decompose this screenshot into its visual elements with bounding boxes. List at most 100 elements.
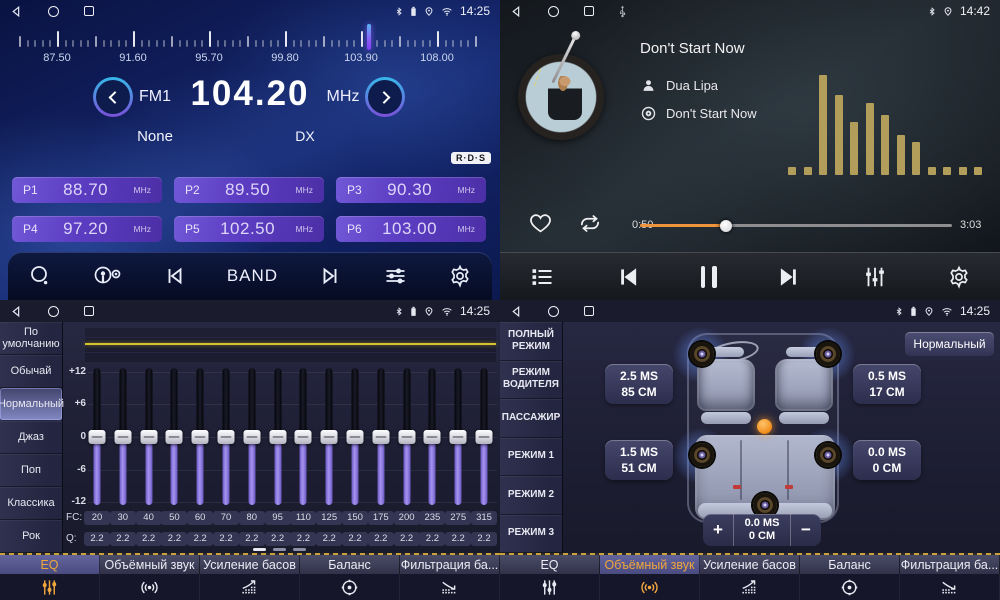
next-track-icon[interactable] bbox=[775, 264, 803, 290]
repeat-icon[interactable] bbox=[576, 212, 604, 240]
preset-p4[interactable]: P497.20MHz bbox=[12, 216, 162, 242]
playlist-icon[interactable] bbox=[529, 265, 555, 289]
eq-band-slider[interactable] bbox=[187, 368, 213, 505]
back-icon[interactable] bbox=[10, 5, 23, 18]
preset-p2[interactable]: P289.50MHz bbox=[174, 177, 324, 203]
front-right-delay-button[interactable]: 0.5 MS17 CM bbox=[853, 364, 921, 404]
equalizer-icon[interactable] bbox=[862, 264, 888, 290]
bands-scrollbar[interactable] bbox=[253, 548, 306, 551]
dial-ticks[interactable] bbox=[0, 28, 500, 50]
band-button[interactable]: BAND bbox=[227, 266, 278, 286]
previous-station-icon[interactable] bbox=[161, 264, 187, 288]
tuner-settings-icon[interactable] bbox=[383, 264, 408, 288]
eq-band-slider[interactable] bbox=[471, 368, 497, 505]
eq-band-slider[interactable] bbox=[342, 368, 368, 505]
eq-band-slider[interactable] bbox=[265, 368, 291, 505]
eq-band-slider[interactable] bbox=[445, 368, 471, 505]
bass-filter-icon[interactable] bbox=[900, 574, 1000, 600]
settings-gear-icon[interactable] bbox=[947, 265, 971, 289]
eq-band-slider[interactable] bbox=[290, 368, 316, 505]
back-icon[interactable] bbox=[10, 305, 23, 318]
tab-surround-sound[interactable]: Объёмный звук bbox=[100, 555, 200, 574]
preset-p5[interactable]: P5102.50MHz bbox=[174, 216, 324, 242]
back-icon[interactable] bbox=[510, 305, 523, 318]
tab-eq-sliders[interactable]: EQ bbox=[0, 555, 100, 574]
eq-band-slider[interactable] bbox=[239, 368, 265, 505]
front-left-delay-button[interactable]: 2.5 MS85 CM bbox=[605, 364, 673, 404]
sound-preset-button[interactable]: Нормальный bbox=[905, 332, 994, 356]
listening-mode-item[interactable]: ПАССАЖИР bbox=[500, 399, 562, 438]
listening-mode-item[interactable]: РЕЖИМ 3 bbox=[500, 515, 562, 554]
tab-bass-boost[interactable]: Усиление басов bbox=[700, 555, 800, 574]
listening-position-dot[interactable] bbox=[757, 419, 772, 434]
home-icon[interactable] bbox=[548, 306, 559, 317]
recents-icon[interactable] bbox=[84, 6, 94, 16]
tab-eq-sliders[interactable]: EQ bbox=[500, 555, 600, 574]
scan-search-icon[interactable] bbox=[28, 264, 52, 288]
previous-track-icon[interactable] bbox=[614, 264, 642, 290]
progress-handle[interactable] bbox=[720, 220, 732, 232]
surround-sound-icon[interactable] bbox=[100, 574, 200, 600]
tab-surround-sound[interactable]: Объёмный звук bbox=[600, 555, 700, 574]
eq-band-slider[interactable] bbox=[394, 368, 420, 505]
recents-icon[interactable] bbox=[584, 306, 594, 316]
listening-mode-item[interactable]: РЕЖИМ ВОДИТЕЛЯ bbox=[500, 361, 562, 400]
back-icon[interactable] bbox=[510, 5, 523, 18]
front-right-speaker-icon[interactable] bbox=[816, 342, 840, 366]
surround-sound-icon[interactable] bbox=[600, 574, 700, 600]
eq-band-slider[interactable] bbox=[84, 368, 110, 505]
bass-filter-icon[interactable] bbox=[400, 574, 500, 600]
seek-up-button[interactable] bbox=[365, 77, 405, 117]
preset-p3[interactable]: P390.30MHz bbox=[336, 177, 486, 203]
rear-left-delay-button[interactable]: 1.5 MS51 CM bbox=[605, 440, 673, 480]
listening-mode-item[interactable]: РЕЖИМ 2 bbox=[500, 476, 562, 515]
eq-preset-item[interactable]: Нормальный bbox=[0, 388, 62, 421]
next-station-icon[interactable] bbox=[318, 264, 344, 288]
balance-icon[interactable] bbox=[300, 574, 400, 600]
front-left-speaker-icon[interactable] bbox=[690, 342, 714, 366]
db-scale-label: -12 bbox=[64, 496, 86, 507]
eq-band-slider[interactable] bbox=[161, 368, 187, 505]
pause-icon[interactable] bbox=[701, 266, 717, 288]
listening-mode-item[interactable]: РЕЖИМ 1 bbox=[500, 438, 562, 477]
eq-preset-item[interactable]: Обычай bbox=[0, 355, 62, 388]
rear-right-speaker-icon[interactable] bbox=[816, 443, 840, 467]
progress-bar[interactable] bbox=[640, 224, 952, 227]
clock: 14:25 bbox=[460, 304, 490, 318]
eq-preset-item[interactable]: Джаз bbox=[0, 421, 62, 454]
preset-p6[interactable]: P6103.00MHz bbox=[336, 216, 486, 242]
eq-sliders-icon[interactable] bbox=[500, 574, 600, 600]
rear-left-speaker-icon[interactable] bbox=[690, 443, 714, 467]
delay-plus-button[interactable]: + bbox=[703, 514, 733, 546]
favorite-heart-icon[interactable] bbox=[528, 212, 553, 240]
eq-preset-item[interactable]: Поп bbox=[0, 454, 62, 487]
eq-band-slider[interactable] bbox=[419, 368, 445, 505]
balance-icon[interactable] bbox=[800, 574, 900, 600]
tab-bass-filter[interactable]: Фильтрация ба... bbox=[900, 555, 1000, 574]
eq-band-slider[interactable] bbox=[110, 368, 136, 505]
tab-balance[interactable]: Баланс bbox=[800, 555, 900, 574]
seek-down-button[interactable] bbox=[93, 77, 133, 117]
delay-minus-button[interactable]: − bbox=[791, 514, 821, 546]
listening-mode-item[interactable]: ПОЛНЫЙ РЕЖИМ bbox=[500, 322, 562, 361]
broadcast-icon[interactable] bbox=[92, 264, 122, 288]
bass-boost-icon[interactable] bbox=[700, 574, 800, 600]
recents-icon[interactable] bbox=[584, 6, 594, 16]
home-icon[interactable] bbox=[48, 306, 59, 317]
home-icon[interactable] bbox=[548, 6, 559, 17]
eq-band-slider[interactable] bbox=[213, 368, 239, 505]
settings-gear-icon[interactable] bbox=[448, 264, 472, 288]
tab-bass-boost[interactable]: Усиление басов bbox=[200, 555, 300, 574]
eq-sliders-icon[interactable] bbox=[0, 574, 100, 600]
home-icon[interactable] bbox=[48, 6, 59, 17]
recents-icon[interactable] bbox=[84, 306, 94, 316]
eq-band-slider[interactable] bbox=[368, 368, 394, 505]
rear-right-delay-button[interactable]: 0.0 MS0 CM bbox=[853, 440, 921, 480]
preset-p1[interactable]: P188.70MHz bbox=[12, 177, 162, 203]
tab-balance[interactable]: Баланс bbox=[300, 555, 400, 574]
eq-band-slider[interactable] bbox=[316, 368, 342, 505]
bass-boost-icon[interactable] bbox=[200, 574, 300, 600]
eq-band-slider[interactable] bbox=[136, 368, 162, 505]
eq-preset-item[interactable]: По умолчанию bbox=[0, 322, 62, 355]
tab-bass-filter[interactable]: Фильтрация ба... bbox=[400, 555, 500, 574]
